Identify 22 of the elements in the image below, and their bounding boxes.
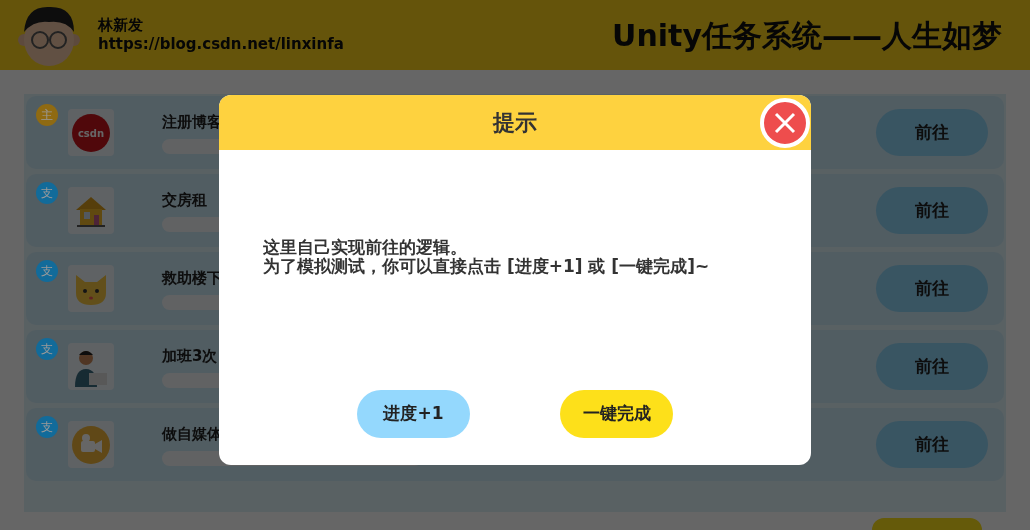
logo-icon: csdn	[72, 113, 110, 152]
task-type-badge: 主	[36, 104, 58, 126]
camera-icon	[72, 425, 110, 464]
dialog-title: 提示	[493, 109, 537, 137]
task-title: 交房租	[162, 189, 207, 211]
task-type-badge: 支	[36, 338, 58, 360]
go-button[interactable]: 前往	[876, 421, 988, 468]
author-name: 林新发	[98, 16, 144, 35]
go-button[interactable]: 前往	[876, 343, 988, 390]
dialog-button[interactable]: 一键完成	[560, 390, 673, 438]
dialog-message: 这里自己实现前往的逻辑。 为了模拟测试，你可以直接点击 [进度+1] 或 [一键完成]~	[262, 236, 711, 278]
page-title: Unity任务系统——人生如梦	[612, 16, 1002, 55]
task-type-badge: 支	[36, 182, 58, 204]
task-title: 加班3次	[162, 345, 218, 367]
blog-link[interactable]: https://blog.csdn.net/linxinfa	[98, 35, 344, 54]
task-type-badge: 支	[36, 416, 58, 438]
go-button[interactable]: 前往	[876, 265, 988, 312]
go-button[interactable]: 前往	[876, 109, 988, 156]
task-type-badge: 支	[36, 260, 58, 282]
go-button[interactable]: 前往	[876, 187, 988, 234]
close-icon	[774, 112, 796, 134]
dialog-button[interactable]: 进度+1	[357, 390, 470, 438]
